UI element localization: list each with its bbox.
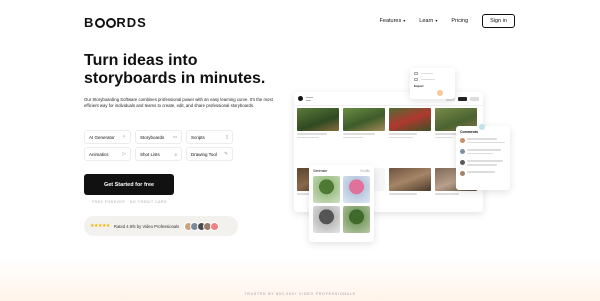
avatar bbox=[460, 160, 465, 166]
sparkle-icon: ✧ bbox=[122, 134, 126, 139]
generated-images bbox=[313, 176, 370, 233]
chevron-down-icon: ▾ bbox=[435, 18, 438, 23]
chip-shot-lists[interactable]: Shot Lists ≡ bbox=[135, 147, 182, 161]
file-icon bbox=[414, 78, 418, 81]
rating-text: Rated 4.9/5 by Video Professionals bbox=[113, 223, 180, 229]
avatar bbox=[460, 149, 465, 155]
avatar bbox=[460, 138, 465, 143]
avatar bbox=[460, 171, 465, 177]
hero-headline: Turn ideas into storyboards in minutes. bbox=[84, 52, 266, 87]
generator-shuffle[interactable]: Shuffle bbox=[360, 169, 370, 173]
storyboard-icon: ▭ bbox=[172, 134, 177, 139]
signin-button[interactable]: Sign in bbox=[482, 14, 515, 28]
nav-learn[interactable]: Learn ▾ bbox=[419, 18, 437, 24]
cursor-marker-icon bbox=[437, 90, 443, 96]
storyboard-row-1 bbox=[297, 108, 477, 141]
storyboard-frame bbox=[343, 108, 385, 141]
comments-panel: Comments bbox=[456, 126, 510, 190]
app-button bbox=[470, 96, 479, 101]
generator-title: Generator bbox=[313, 169, 328, 173]
chip-storyboards[interactable]: Storyboards ▭ bbox=[135, 130, 182, 144]
pencil-icon: ✎ bbox=[224, 151, 228, 156]
generated-image[interactable] bbox=[343, 206, 370, 233]
export-option[interactable] bbox=[414, 78, 451, 81]
export-option[interactable]: Export bbox=[414, 84, 451, 88]
chip-ai-generator[interactable]: AI Generator ✧ bbox=[84, 130, 131, 144]
storyboard-frame bbox=[389, 108, 431, 141]
app-button bbox=[458, 96, 467, 101]
generated-image[interactable] bbox=[313, 206, 340, 233]
app-title-placeholder: ▬▬▬ ▬▬ bbox=[306, 95, 314, 102]
app-logo-icon bbox=[298, 96, 303, 101]
avatar bbox=[209, 221, 219, 231]
star-rating-icon: ★★★★★ bbox=[90, 223, 110, 229]
comment-item bbox=[460, 138, 506, 146]
rating-badge: ★★★★★ Rated 4.9/5 by Video Professionals bbox=[84, 216, 238, 236]
cta-note: FREE FOREVER · NO CREDIT CARD bbox=[92, 200, 167, 204]
chip-drawing-tool[interactable]: Drawing Tool ✎ bbox=[186, 147, 233, 161]
list-icon: ≡ bbox=[174, 151, 177, 157]
chevron-down-icon: ▾ bbox=[403, 18, 406, 23]
generated-image[interactable] bbox=[313, 176, 340, 203]
storyboard-frame bbox=[297, 108, 339, 141]
export-menu: Export bbox=[410, 68, 455, 99]
comment-item bbox=[460, 149, 506, 157]
hero-subtext: Our Storyboarding Software combines prof… bbox=[84, 97, 273, 109]
generated-image[interactable] bbox=[343, 176, 370, 203]
comment-item bbox=[460, 171, 506, 177]
nav-pricing[interactable]: Pricing bbox=[451, 18, 468, 24]
ai-generator-panel: Generator Shuffle bbox=[309, 165, 374, 242]
nav-features[interactable]: Features ▾ bbox=[380, 18, 406, 24]
script-icon: ▯ bbox=[225, 134, 228, 139]
get-started-button[interactable]: Get Started for free bbox=[84, 174, 174, 195]
top-nav: Features ▾ Learn ▾ Pricing Sign in bbox=[380, 14, 515, 28]
cursor-marker-icon bbox=[479, 124, 485, 130]
export-option[interactable] bbox=[414, 72, 451, 75]
chip-scripts[interactable]: Scripts ▯ bbox=[186, 130, 233, 144]
storyboard-frame bbox=[389, 168, 431, 197]
trusted-by-text: TRUSTED BY 800,000+ VIDEO PROFESSIONALS bbox=[244, 292, 356, 296]
feature-chips: AI Generator ✧ Storyboards ▭ Scripts ▯ A… bbox=[84, 130, 234, 161]
play-icon: ▷ bbox=[122, 151, 126, 156]
comment-item bbox=[460, 160, 506, 168]
chip-animatics[interactable]: Animatics ▷ bbox=[84, 147, 131, 161]
boords-logo[interactable]: B RDS bbox=[84, 15, 147, 30]
file-icon bbox=[414, 72, 418, 75]
comments-title: Comments bbox=[460, 130, 479, 134]
avatar-group bbox=[183, 221, 219, 231]
